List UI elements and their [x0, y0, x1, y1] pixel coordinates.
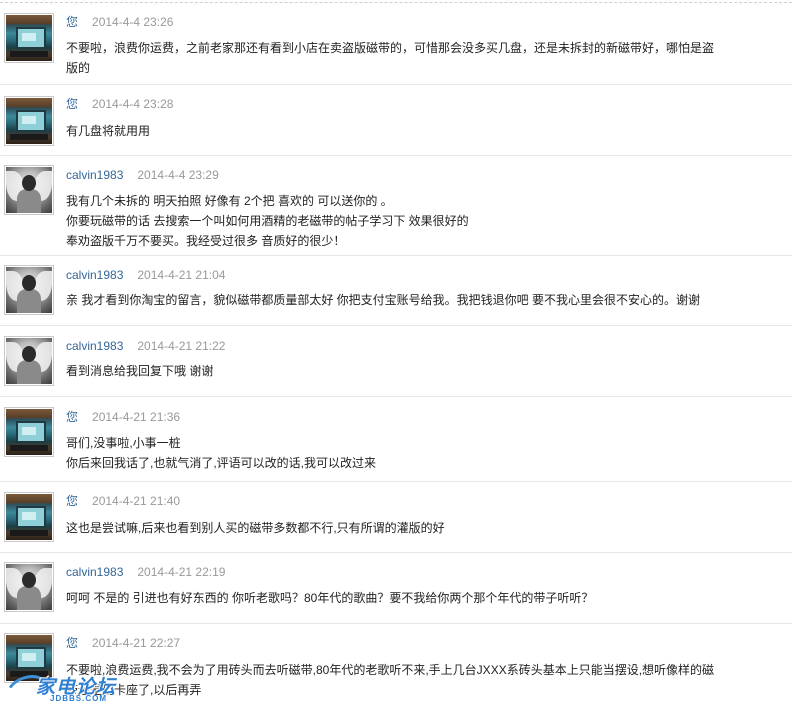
- comment-time: 2014-4-4 23:28: [92, 97, 174, 111]
- comment-meta: calvin1983 2014-4-21 22:19: [66, 564, 225, 580]
- avatar[interactable]: [4, 13, 54, 63]
- comment-text: 看到消息给我回复下哦 谢谢: [66, 361, 766, 381]
- comment-time: 2014-4-21 21:36: [92, 410, 181, 424]
- comment-text: 亲 我才看到你淘宝的留言，貌似磁带都质量部太好 你把支付宝账号给我。我把钱退你吧…: [66, 290, 766, 310]
- comment-line: 有几盘将就用用: [66, 124, 151, 138]
- winged-man-avatar-icon: [6, 267, 52, 313]
- comment-divider: [0, 623, 792, 624]
- comment-author[interactable]: 您: [66, 636, 78, 650]
- comment-line: 你要玩磁带的话 去搜索一个叫如何用酒精的老磁带的帖子学习下 效果很好的: [66, 214, 469, 228]
- comment-text: 这也是尝试嘛,后来也看到别人买的磁带多数都不行,只有所谓的灌版的好: [66, 518, 766, 538]
- comment-time: 2014-4-21 21:40: [92, 494, 181, 508]
- tv-console-avatar-icon: [6, 494, 52, 540]
- comment-line: 不要啦,浪费运费,我不会为了用砖头而去听磁带,80年代的老歌听不来,手上几台JX…: [66, 663, 715, 677]
- comment-meta: 您 2014-4-4 23:26: [66, 14, 173, 30]
- comment-divider: [0, 396, 792, 397]
- comment-divider: [0, 481, 792, 482]
- comment-text: 哥们,没事啦,小事一桩 你后来回我话了,也就气消了,评语可以改的话,我可以改过来: [66, 433, 766, 473]
- comment-line: 看到消息给我回复下哦 谢谢: [66, 364, 214, 378]
- comment-line: 不要啦，浪费你运费，之前老家那还有看到小店在卖盗版磁带的，可惜那会没多买几盘，还…: [66, 41, 715, 55]
- comment-divider: [0, 552, 792, 553]
- comment-divider: [0, 155, 792, 156]
- comment-time: 2014-4-4 23:29: [137, 168, 219, 182]
- comment-author[interactable]: calvin1983: [66, 339, 123, 353]
- comment-author[interactable]: calvin1983: [66, 565, 123, 579]
- comment-line: 我有几个未拆的 明天拍照 好像有 2个把 喜欢的 可以送你的 。: [66, 194, 393, 208]
- avatar[interactable]: [4, 265, 54, 315]
- comment-time: 2014-4-4 23:26: [92, 15, 174, 29]
- comment-author[interactable]: 您: [66, 494, 78, 508]
- tv-console-avatar-icon: [6, 15, 52, 61]
- comment-meta: calvin1983 2014-4-21 21:04: [66, 267, 225, 283]
- comment-meta: calvin1983 2014-4-21 21:22: [66, 338, 225, 354]
- comment-meta: 您 2014-4-21 21:40: [66, 493, 180, 509]
- comment-line: 哥们,没事啦,小事一桩: [66, 436, 181, 450]
- comment-line: 奉劝盗版千万不要买。我经受过很多 音质好的很少！: [66, 234, 346, 248]
- comment-time: 2014-4-21 22:19: [137, 565, 226, 579]
- comment-time: 2014-4-21 21:04: [137, 268, 226, 282]
- tv-console-avatar-icon: [6, 409, 52, 455]
- site-watermark: 家电论坛 JDBBS.COM: [2, 669, 126, 710]
- comment-line: 这也是尝试嘛,后来也看到别人买的磁带多数都不行,只有所谓的灌版的好: [66, 521, 445, 535]
- avatar[interactable]: [4, 407, 54, 457]
- comment-divider: [0, 84, 792, 85]
- comment-line: 亲 我才看到你淘宝的留言，貌似磁带都质量部太好 你把支付宝账号给我。我把钱退你吧…: [66, 293, 701, 307]
- comment-author[interactable]: calvin1983: [66, 268, 123, 282]
- avatar[interactable]: [4, 336, 54, 386]
- comment-text: 不要啦,浪费运费,我不会为了用砖头而去听磁带,80年代的老歌听不来,手上几台JX…: [66, 660, 766, 700]
- avatar[interactable]: [4, 492, 54, 542]
- winged-man-avatar-icon: [6, 564, 52, 610]
- comment-divider: [0, 255, 792, 256]
- comment-text: 呵呵 不是的 引进也有好东西的 你听老歌吗？80年代的歌曲？要不我给你两个那个年…: [66, 588, 766, 608]
- avatar[interactable]: [4, 562, 54, 612]
- comment-line: 你后来回我话了,也就气消了,评语可以改的话,我可以改过来: [66, 456, 377, 470]
- comment-time: 2014-4-21 22:27: [92, 636, 181, 650]
- winged-man-avatar-icon: [6, 167, 52, 213]
- comment-meta: calvin1983 2014-4-4 23:29: [66, 167, 219, 183]
- comment-author[interactable]: 您: [66, 15, 78, 29]
- winged-man-avatar-icon: [6, 338, 52, 384]
- avatar[interactable]: [4, 96, 54, 146]
- watermark-domain: JDBBS.COM: [50, 694, 108, 703]
- comment-author[interactable]: calvin1983: [66, 168, 123, 182]
- comment-line: 版的: [66, 61, 91, 75]
- comment-text: 有几盘将就用用: [66, 121, 766, 141]
- comment-meta: 您 2014-4-21 22:27: [66, 635, 180, 651]
- comment-line: 带还是用卡座了,以后再弄: [66, 683, 202, 697]
- comment-author[interactable]: 您: [66, 97, 78, 111]
- comment-author[interactable]: 您: [66, 410, 78, 424]
- tv-console-avatar-icon: [6, 98, 52, 144]
- comment-time: 2014-4-21 21:22: [137, 339, 226, 353]
- comment-line: 呵呵 不是的 引进也有好东西的 你听老歌吗？80年代的歌曲？要不我给你两个那个年…: [66, 591, 594, 605]
- avatar[interactable]: [4, 165, 54, 215]
- comment-divider: [0, 325, 792, 326]
- comment-meta: 您 2014-4-21 21:36: [66, 409, 180, 425]
- top-divider: [0, 2, 792, 3]
- comment-text: 我有几个未拆的 明天拍照 好像有 2个把 喜欢的 可以送你的 。 你要玩磁带的话…: [66, 191, 766, 251]
- comment-text: 不要啦，浪费你运费，之前老家那还有看到小店在卖盗版磁带的，可惜那会没多买几盘，还…: [66, 38, 766, 78]
- comment-meta: 您 2014-4-4 23:28: [66, 96, 173, 112]
